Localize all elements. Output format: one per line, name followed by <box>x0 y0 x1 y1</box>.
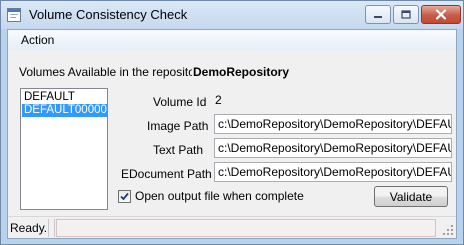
status-panel <box>56 219 436 237</box>
resize-grip-icon[interactable] <box>442 224 454 236</box>
window-title: Volume Consistency Check <box>29 7 188 22</box>
status-separator <box>54 219 55 237</box>
volume-id-label: Volume Id <box>153 95 207 109</box>
app-icon <box>7 8 21 22</box>
text-path-field[interactable]: c:\DemoRepository\DemoRepository\DEFAULT… <box>214 138 452 158</box>
repository-name: DemoRepository <box>192 65 290 79</box>
checkmark-icon <box>120 192 129 201</box>
volume-id-value: 2 <box>215 93 222 107</box>
open-output-label[interactable]: Open output file when complete <box>135 189 304 203</box>
list-item[interactable]: DEFAULT <box>22 91 107 104</box>
menu-bar: Action <box>8 30 456 50</box>
close-icon <box>435 9 447 20</box>
image-path-field[interactable]: c:\DemoRepository\DemoRepository\DEFAULT… <box>214 114 452 134</box>
volume-listbox[interactable]: DEFAULT DEFAULT000000 <box>20 88 108 210</box>
edocument-path-label: EDocument Path <box>121 167 212 181</box>
text-path-label: Text Path <box>153 143 204 157</box>
validate-button[interactable]: Validate <box>374 186 448 207</box>
image-path-label: Image Path <box>147 119 209 133</box>
open-output-checkbox[interactable] <box>118 190 131 203</box>
menu-action[interactable]: Action <box>20 33 55 47</box>
status-separator <box>48 219 49 237</box>
app-window: Volume Consistency Check Action Volumes … <box>0 0 464 245</box>
list-item-selected[interactable]: DEFAULT000000 <box>22 104 107 117</box>
client-area: Action Volumes Available in the reposito… <box>7 29 457 239</box>
maximize-icon <box>401 10 411 19</box>
close-button[interactable] <box>421 5 461 24</box>
status-bar: Ready. <box>8 216 456 238</box>
status-text: Ready. <box>10 221 48 235</box>
minimize-button[interactable] <box>365 5 391 24</box>
title-bar[interactable]: Volume Consistency Check <box>1 1 463 29</box>
edocument-path-field[interactable]: c:\DemoRepository\DemoRepository\DEFAULT… <box>214 162 452 182</box>
minimize-icon <box>374 15 382 18</box>
maximize-button[interactable] <box>393 5 419 24</box>
volumes-available-label: Volumes Available in the repository <box>19 65 205 79</box>
